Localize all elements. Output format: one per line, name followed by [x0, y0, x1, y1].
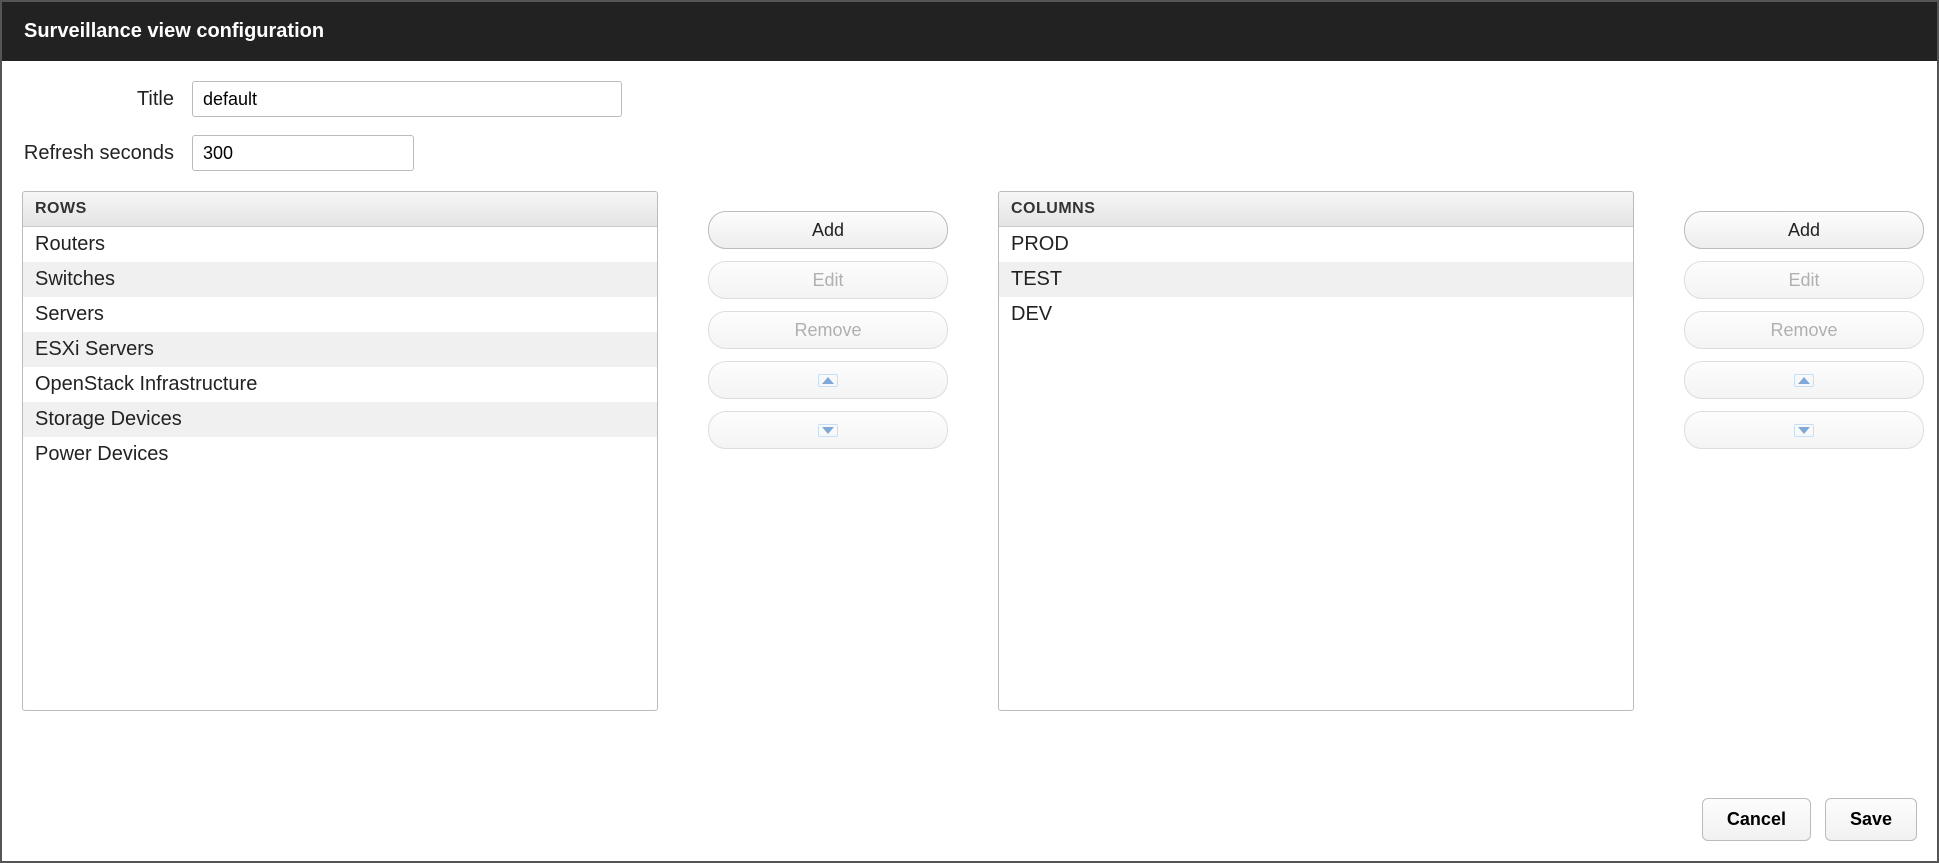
list-item[interactable]: TEST	[999, 262, 1633, 297]
refresh-label: Refresh seconds	[22, 142, 192, 165]
chevron-up-icon	[1794, 374, 1814, 387]
rows-group: ROWS Routers Switches Servers ESXi Serve…	[22, 191, 948, 711]
columns-edit-button[interactable]: Edit	[1684, 261, 1924, 299]
rows-listbox[interactable]: ROWS Routers Switches Servers ESXi Serve…	[22, 191, 658, 711]
refresh-row: Refresh seconds	[22, 135, 1917, 171]
columns-button-stack: Add Edit Remove	[1684, 191, 1924, 449]
list-item[interactable]: PROD	[999, 227, 1633, 262]
list-item[interactable]: DEV	[999, 297, 1633, 332]
rows-move-up-button[interactable]	[708, 361, 948, 399]
panels-container: ROWS Routers Switches Servers ESXi Serve…	[22, 191, 1917, 711]
rows-add-button[interactable]: Add	[708, 211, 948, 249]
dialog-footer: Cancel Save	[2, 778, 1937, 861]
list-item[interactable]: Servers	[23, 297, 657, 332]
dialog-title: Surveillance view configuration	[2, 2, 1937, 61]
title-label: Title	[22, 88, 192, 111]
rows-edit-button[interactable]: Edit	[708, 261, 948, 299]
columns-add-button[interactable]: Add	[1684, 211, 1924, 249]
save-button[interactable]: Save	[1825, 798, 1917, 841]
cancel-button[interactable]: Cancel	[1702, 798, 1811, 841]
columns-move-up-button[interactable]	[1684, 361, 1924, 399]
dialog-content: Title Refresh seconds ROWS Routers Switc…	[2, 61, 1937, 778]
title-input[interactable]	[192, 81, 622, 117]
rows-header: ROWS	[23, 192, 657, 227]
columns-header: COLUMNS	[999, 192, 1633, 227]
columns-items: PROD TEST DEV	[999, 227, 1633, 710]
chevron-down-icon	[1794, 424, 1814, 437]
columns-remove-button[interactable]: Remove	[1684, 311, 1924, 349]
chevron-down-icon	[818, 424, 838, 437]
columns-group: COLUMNS PROD TEST DEV Add Edit Remove	[998, 191, 1924, 711]
chevron-up-icon	[818, 374, 838, 387]
config-dialog: Surveillance view configuration Title Re…	[0, 0, 1939, 863]
list-item[interactable]: Routers	[23, 227, 657, 262]
rows-items: Routers Switches Servers ESXi Servers Op…	[23, 227, 657, 710]
list-item[interactable]: Storage Devices	[23, 402, 657, 437]
list-item[interactable]: ESXi Servers	[23, 332, 657, 367]
rows-remove-button[interactable]: Remove	[708, 311, 948, 349]
columns-listbox[interactable]: COLUMNS PROD TEST DEV	[998, 191, 1634, 711]
list-item[interactable]: Power Devices	[23, 437, 657, 472]
refresh-seconds-input[interactable]	[192, 135, 414, 171]
columns-move-down-button[interactable]	[1684, 411, 1924, 449]
rows-button-stack: Add Edit Remove	[708, 191, 948, 449]
list-item[interactable]: OpenStack Infrastructure	[23, 367, 657, 402]
list-item[interactable]: Switches	[23, 262, 657, 297]
rows-move-down-button[interactable]	[708, 411, 948, 449]
title-row: Title	[22, 81, 1917, 117]
